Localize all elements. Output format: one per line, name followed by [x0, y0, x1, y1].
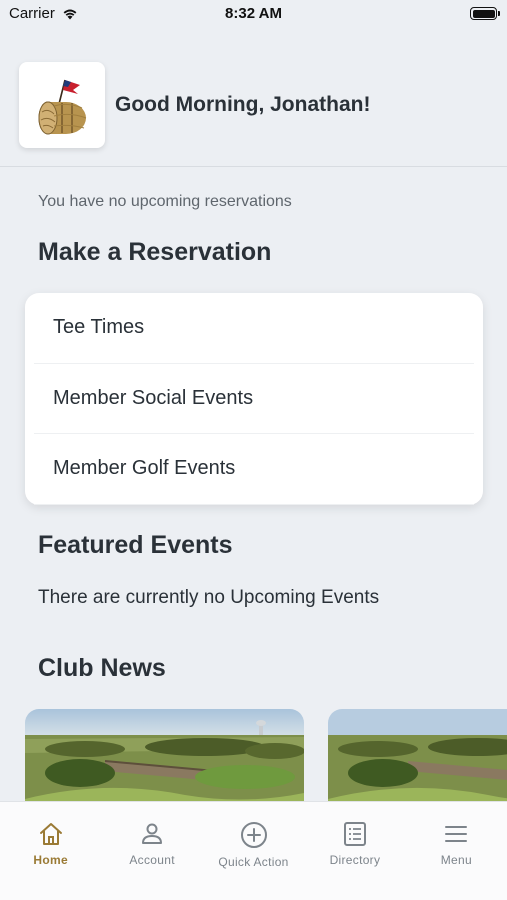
club-logo[interactable]: [19, 62, 105, 148]
make-reservation-title: Make a Reservation: [38, 238, 272, 266]
tab-label: Menu: [440, 853, 472, 867]
reservation-item-tee-times[interactable]: Tee Times: [34, 293, 474, 364]
user-icon: [142, 823, 163, 844]
battery-icon: [470, 7, 500, 20]
tab-home[interactable]: Home: [0, 802, 101, 900]
directory-list-icon: [343, 822, 366, 846]
tab-directory[interactable]: Directory: [304, 802, 405, 900]
tab-label: Quick Action: [218, 855, 289, 869]
no-reservations-text: You have no upcoming reservations: [38, 193, 292, 210]
no-events-text: There are currently no Upcoming Events: [38, 587, 380, 608]
featured-events-title: Featured Events: [38, 531, 233, 559]
clock: 8:32 AM: [225, 5, 282, 22]
reservation-item-label: Tee Times: [53, 316, 145, 339]
tab-label: Home: [33, 853, 68, 867]
reservation-item-member-golf-events[interactable]: Member Golf Events: [34, 434, 474, 505]
hamburger-menu-icon: [445, 826, 468, 842]
club-news-title: Club News: [38, 654, 166, 682]
reservation-item-member-social-events[interactable]: Member Social Events: [34, 364, 474, 434]
club-logo-hay-bale-flag-icon: [38, 79, 87, 135]
tab-account[interactable]: Account: [101, 802, 202, 900]
header-divider: [0, 166, 507, 167]
tab-label: Account: [129, 853, 175, 867]
reservation-item-label: Member Golf Events: [53, 457, 236, 480]
status-bar: Carrier 8:32 AM: [0, 0, 507, 30]
greeting-text: Good Morning, Jonathan!: [115, 93, 371, 116]
tab-label: Directory: [329, 853, 381, 867]
tab-quick-action[interactable]: Quick Action: [203, 802, 304, 900]
plus-circle-icon: [240, 822, 267, 848]
bottom-tab-bar: Home Account Quick Action Directory Menu: [0, 801, 507, 900]
home-icon: [39, 823, 62, 845]
tab-menu[interactable]: Menu: [406, 802, 507, 900]
reservation-item-label: Member Social Events: [53, 386, 254, 409]
home-header: Good Morning, Jonathan!: [19, 62, 507, 148]
reservation-options-card: Tee Times Member Social Events Member Go…: [25, 293, 483, 505]
